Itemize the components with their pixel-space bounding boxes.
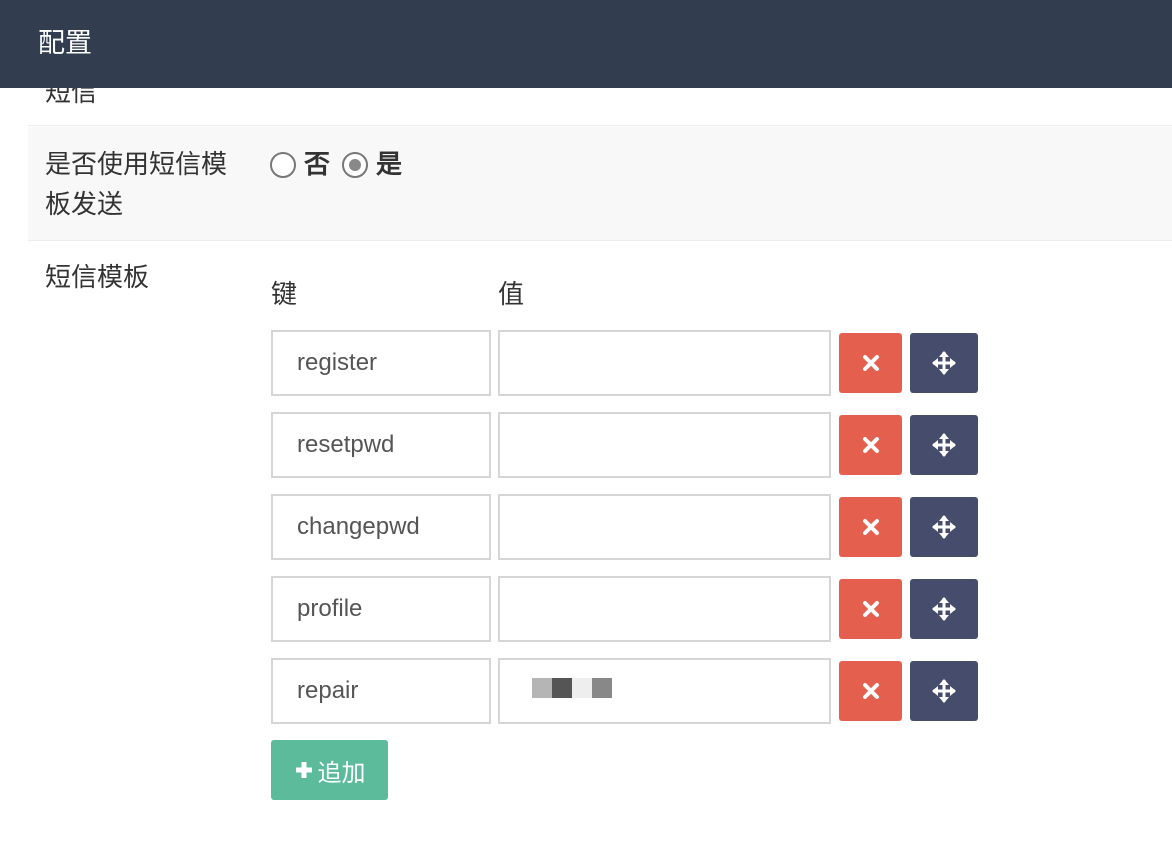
key-input[interactable]: resetpwd: [271, 412, 491, 478]
delete-row-button[interactable]: [839, 661, 902, 721]
sms-templates-label: 短信模板: [45, 263, 150, 293]
value-input[interactable]: [498, 330, 831, 396]
key-input[interactable]: changepwd: [271, 494, 491, 560]
key-input[interactable]: repair: [271, 658, 491, 724]
key-input[interactable]: register: [271, 330, 491, 396]
sms-template-toggle-row: 是否使用短信模板发送 否 是: [28, 127, 1172, 241]
times-icon: [862, 355, 879, 371]
page-title: 配置: [38, 28, 92, 59]
arrows-move-icon: [932, 597, 956, 621]
add-row-label: 追加: [317, 758, 366, 787]
arrows-move-icon: [932, 351, 956, 375]
kv-row: profile: [271, 576, 981, 642]
delete-row-button[interactable]: [839, 579, 902, 639]
kv-row: repair: [271, 658, 981, 724]
move-row-handle[interactable]: [910, 579, 978, 639]
arrows-move-icon: [932, 679, 956, 703]
value-input[interactable]: [498, 576, 831, 642]
radio-yes-label[interactable]: 是: [376, 149, 402, 181]
redacted-value: [532, 678, 612, 698]
sms-template-toggle-label: 是否使用短信模板发送: [45, 150, 228, 220]
move-row-handle[interactable]: [910, 497, 978, 557]
value-input[interactable]: [498, 658, 831, 724]
move-row-handle[interactable]: [910, 333, 978, 393]
kv-row: register: [271, 330, 981, 396]
sms-template-radio-group: 否 是: [270, 149, 414, 181]
top-bar: 配置: [0, 0, 1172, 88]
kv-row: resetpwd: [271, 412, 981, 478]
radio-no-label[interactable]: 否: [304, 149, 330, 181]
move-row-handle[interactable]: [910, 661, 978, 721]
left-gutter: [0, 88, 28, 848]
times-icon: [862, 683, 879, 699]
sms-section-label: 短信: [45, 88, 98, 108]
times-icon: [862, 519, 879, 535]
arrows-move-icon: [932, 433, 956, 457]
times-icon: [862, 437, 879, 453]
times-icon: [862, 601, 879, 617]
value-column-header: 值: [498, 280, 525, 310]
radio-yes[interactable]: [342, 152, 369, 178]
key-input[interactable]: profile: [271, 576, 491, 642]
value-input[interactable]: [498, 412, 831, 478]
delete-row-button[interactable]: [839, 333, 902, 393]
key-column-header: 键: [271, 280, 298, 310]
kv-row: changepwd: [271, 494, 981, 560]
move-row-handle[interactable]: [910, 415, 978, 475]
plus-icon: [295, 762, 312, 778]
sms-templates-row: 短信模板 键 值 register resetpwd changepwd pro…: [28, 242, 1172, 848]
sms-section-row: 短信: [28, 88, 1172, 126]
delete-row-button[interactable]: [839, 497, 902, 557]
add-row-button[interactable]: 追加: [271, 740, 388, 800]
value-input[interactable]: [498, 494, 831, 560]
delete-row-button[interactable]: [839, 415, 902, 475]
arrows-move-icon: [932, 515, 956, 539]
radio-no[interactable]: [270, 152, 296, 178]
